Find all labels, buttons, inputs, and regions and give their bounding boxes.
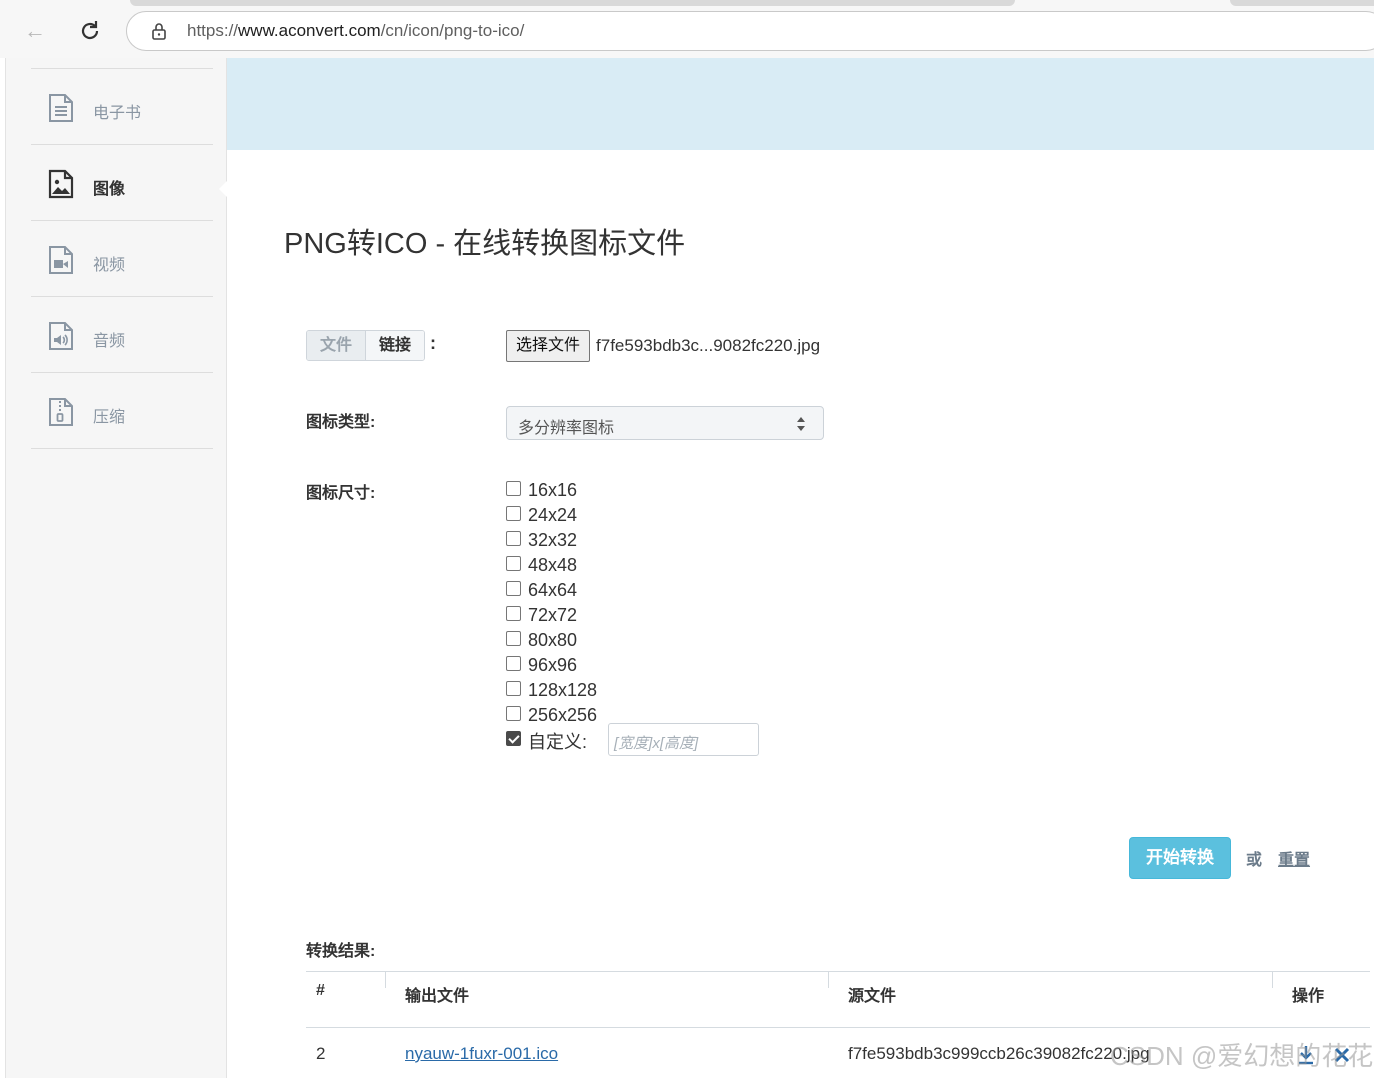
column-header-index: #: [316, 982, 325, 999]
sidebar-item-label: 视频: [93, 257, 126, 274]
image-document-icon: [47, 169, 75, 199]
watermark-text: CSDN @爱幻想的花花: [1110, 1041, 1374, 1071]
size-option-custom[interactable]: 自定义:: [506, 728, 597, 753]
column-divider: [1272, 972, 1273, 988]
table-border: [306, 971, 1370, 972]
or-text: 或: [1246, 852, 1263, 869]
file-picker: 选择文件 f7fe593bdb3c...9082fc220.jpg: [506, 330, 846, 362]
sidebar-item-video[interactable]: 视频: [31, 221, 213, 297]
checkbox[interactable]: [506, 681, 521, 696]
size-option[interactable]: 16x16: [506, 478, 597, 503]
select-arrows-icon: [796, 415, 806, 433]
size-option[interactable]: 32x32: [506, 528, 597, 553]
ebook-document-icon: [47, 93, 75, 123]
browser-toolbar: ← https://www.aconvert.com/cn/icon/png-t…: [0, 0, 1374, 58]
results-label: 转换结果:: [306, 943, 376, 960]
size-option[interactable]: 128x128: [506, 678, 597, 703]
sidebar-item-audio[interactable]: 音频: [31, 297, 213, 373]
source-colon: :: [430, 333, 436, 353]
size-option[interactable]: 96x96: [506, 653, 597, 678]
icon-type-select[interactable]: 多分辨率图标: [506, 406, 824, 440]
icon-type-value: 多分辨率图标: [518, 420, 615, 437]
back-arrow-icon[interactable]: ←: [22, 18, 48, 44]
checkbox[interactable]: [506, 631, 521, 646]
size-option[interactable]: 80x80: [506, 628, 597, 653]
tab-link[interactable]: 链接: [366, 331, 425, 360]
sidebar-item-ebook[interactable]: 电子书: [31, 69, 213, 145]
browser-tab[interactable]: [1230, 0, 1374, 6]
icon-size-label: 图标尺寸:: [306, 485, 376, 502]
checkbox-checked[interactable]: [506, 731, 521, 746]
custom-size-input[interactable]: [宽度]x[高度]: [608, 723, 759, 756]
lock-icon[interactable]: [151, 22, 167, 40]
custom-size-placeholder: [宽度]x[高度]: [614, 735, 699, 752]
icon-size-list: 16x16 24x24 32x32 48x48 64x64 72x72 80x8…: [506, 478, 597, 753]
checkbox[interactable]: [506, 656, 521, 671]
video-document-icon: [47, 245, 75, 275]
audio-document-icon: [47, 321, 75, 351]
checkbox[interactable]: [506, 581, 521, 596]
icon-type-label: 图标类型:: [306, 414, 376, 431]
reload-icon[interactable]: [76, 17, 104, 45]
active-indicator: [219, 175, 233, 203]
column-header-output: 输出文件: [405, 988, 470, 1005]
top-banner: [227, 58, 1374, 150]
sidebar-item-archive[interactable]: 压缩: [31, 373, 213, 449]
choose-file-button[interactable]: 选择文件: [506, 330, 591, 362]
column-divider: [828, 972, 829, 988]
source-file-name: f7fe593bdb3c999ccb26c39082fc220.jpg: [848, 1044, 1150, 1063]
size-option[interactable]: 48x48: [506, 553, 597, 578]
browser-tab[interactable]: [130, 0, 1015, 6]
checkbox[interactable]: [506, 556, 521, 571]
source-toggle: 文件 链接: [306, 330, 426, 361]
output-file-link[interactable]: nyauw-1fuxr-001.ico: [405, 1044, 558, 1064]
row-index: 2: [316, 1044, 326, 1063]
checkbox[interactable]: [506, 506, 521, 521]
checkbox[interactable]: [506, 531, 521, 546]
selected-file-name: f7fe593bdb3c...9082fc220.jpg: [596, 336, 821, 355]
start-convert-button[interactable]: 开始转换: [1129, 837, 1231, 879]
sidebar-item-label: 电子书: [93, 105, 142, 122]
sidebar-item-image[interactable]: 图像: [31, 145, 213, 221]
column-divider: [385, 972, 386, 988]
size-option[interactable]: 24x24: [506, 503, 597, 528]
sidebar-item-label: 压缩: [93, 409, 126, 426]
sidebar-item-label: 音频: [93, 333, 126, 350]
reset-link[interactable]: 重置: [1278, 846, 1310, 870]
size-option[interactable]: 72x72: [506, 603, 597, 628]
archive-document-icon: [47, 397, 75, 427]
url-text: https://www.aconvert.com/cn/icon/png-to-…: [187, 21, 525, 40]
address-bar[interactable]: https://www.aconvert.com/cn/icon/png-to-…: [126, 11, 1374, 51]
checkbox[interactable]: [506, 481, 521, 496]
size-option[interactable]: 256x256: [506, 703, 597, 728]
tab-file[interactable]: 文件: [307, 331, 367, 360]
sidebar-item-label: 图像: [93, 181, 126, 198]
size-option[interactable]: 64x64: [506, 578, 597, 603]
checkbox[interactable]: [506, 606, 521, 621]
checkbox[interactable]: [506, 706, 521, 721]
table-border: [306, 1027, 1370, 1028]
column-header-actions: 操作: [1292, 988, 1325, 1005]
column-header-source: 源文件: [848, 988, 897, 1005]
sidebar: 电子书 图像 视频 音频 压缩: [5, 58, 233, 1078]
page-title: PNG转ICO - 在线转换图标文件: [284, 228, 686, 260]
